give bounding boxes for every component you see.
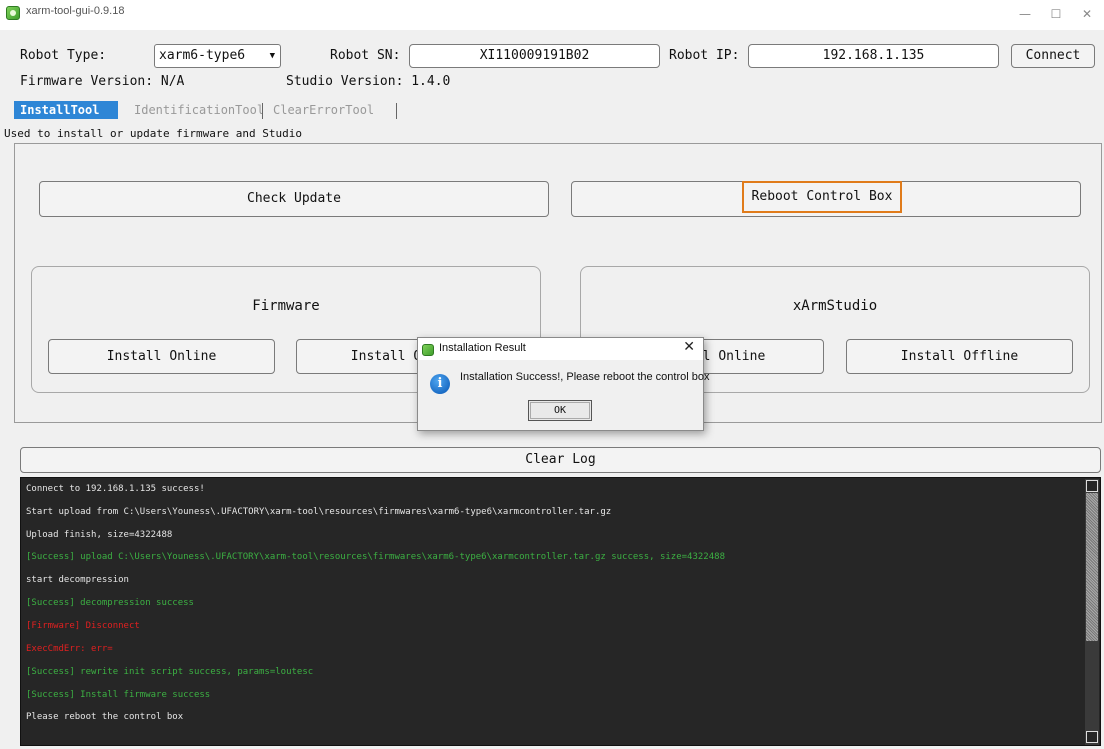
reboot-control-box-button[interactable]: Reboot Control Box: [571, 181, 1081, 217]
log-line: [Success] upload C:\Users\Youness\.UFACT…: [26, 552, 725, 562]
scroll-up-arrow[interactable]: [1086, 480, 1098, 492]
robot-type-select[interactable]: xarm6-type6 ▼: [154, 44, 281, 68]
tab-divider: [262, 103, 263, 119]
log-line: ExecCmdErr: err=: [26, 644, 113, 654]
app-icon: [6, 6, 20, 20]
tab-installtool[interactable]: InstallTool: [14, 101, 118, 119]
robot-sn-label: Robot SN:: [330, 48, 401, 63]
firmware-install-online-button[interactable]: Install Online: [48, 339, 275, 374]
clear-log-button[interactable]: Clear Log: [20, 447, 1101, 473]
scroll-down-arrow[interactable]: [1086, 731, 1098, 743]
installation-result-dialog: Installation Result ✕ i Installation Suc…: [417, 337, 709, 431]
log-line: [Success] rewrite init script success, p…: [26, 667, 314, 677]
studio-group-title: xArmStudio: [792, 298, 878, 314]
log-line: [Success] Install firmware success: [26, 690, 211, 700]
robot-type-value: xarm6-type6: [159, 48, 246, 63]
studio-version: Studio Version: 1.4.0: [286, 74, 451, 89]
firmware-version: Firmware Version: N/A: [20, 74, 185, 89]
log-output[interactable]: Connect to 192.168.1.135 success! Start …: [20, 477, 1101, 746]
info-icon: i: [430, 374, 450, 394]
log-line: Upload finish, size=4322488: [26, 530, 173, 540]
maximize-button[interactable]: ☐: [1041, 4, 1071, 24]
log-line: Start upload from C:\Users\Youness\.UFAC…: [26, 507, 612, 517]
log-line: Please reboot the control box: [26, 712, 184, 722]
robot-ip-label: Robot IP:: [669, 48, 740, 63]
dialog-message: Installation Success!, Please reboot the…: [460, 371, 710, 383]
dialog-body: i Installation Success!, Please reboot t…: [418, 360, 709, 430]
tab-description: Used to install or update firmware and S…: [4, 127, 303, 140]
chevron-down-icon: ▼: [269, 51, 275, 61]
log-line: Connect to 192.168.1.135 success!: [26, 484, 205, 494]
log-line: [Success] decompression success: [26, 598, 194, 608]
log-line: start decompression: [26, 575, 129, 585]
dialog-title: Installation Result: [439, 342, 526, 354]
studio-install-offline-button[interactable]: Install Offline: [846, 339, 1073, 374]
robot-type-label: Robot Type:: [20, 48, 107, 63]
tab-identificationtool[interactable]: IdentificationTool: [134, 103, 264, 117]
tab-clearerrortool[interactable]: ClearErrorTool: [273, 103, 374, 117]
connect-button[interactable]: Connect: [1011, 44, 1095, 68]
scroll-track[interactable]: [1086, 493, 1098, 641]
firmware-group-title: Firmware: [252, 298, 320, 314]
minimize-button[interactable]: —: [1010, 4, 1040, 24]
window-title: xarm-tool-gui-0.9.18: [26, 5, 125, 17]
log-line: [Firmware] Disconnect: [26, 621, 140, 631]
dialog-close-icon[interactable]: ✕: [683, 339, 695, 355]
app-icon: [422, 344, 434, 356]
check-update-button[interactable]: Check Update: [39, 181, 549, 217]
robot-ip-field[interactable]: 192.168.1.135: [748, 44, 999, 68]
log-scrollbar[interactable]: [1085, 479, 1099, 745]
title-bar: xarm-tool-gui-0.9.18 — ☐ ✕: [0, 0, 1104, 30]
close-button[interactable]: ✕: [1072, 4, 1102, 24]
robot-sn-field[interactable]: XI110009191B02: [409, 44, 660, 68]
tab-divider: [396, 103, 397, 119]
reboot-control-box-label: Reboot Control Box: [742, 181, 902, 213]
ok-button[interactable]: OK: [528, 400, 592, 421]
